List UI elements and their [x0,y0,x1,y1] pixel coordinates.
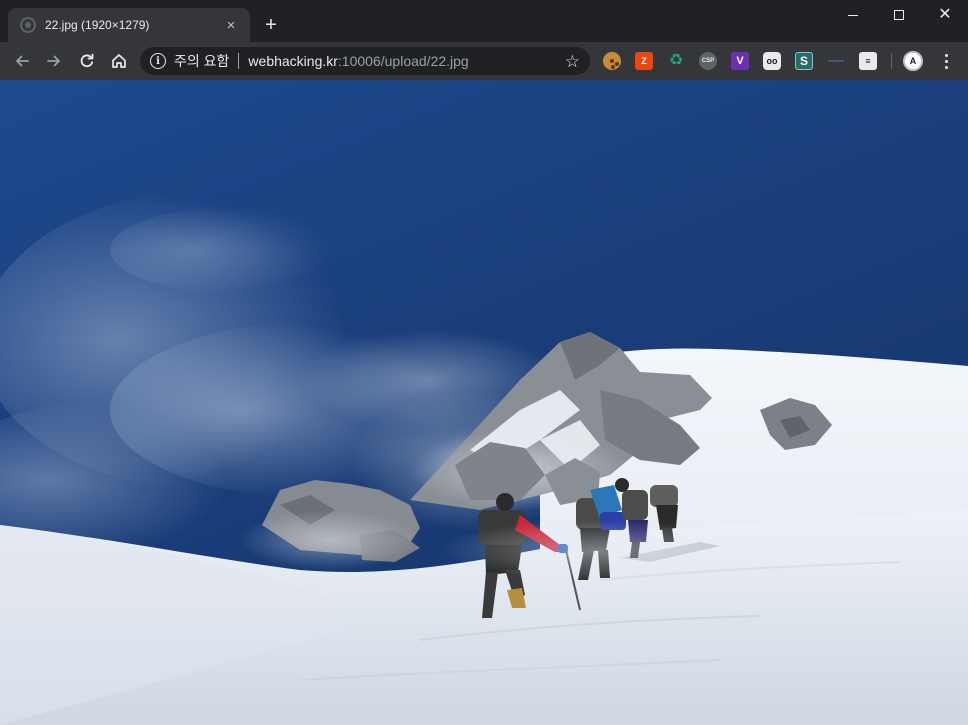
security-label[interactable]: 주의 요함 [174,51,229,71]
close-icon: ✕ [938,6,952,23]
recycle-extension-icon[interactable]: ♻ [667,52,685,70]
address-bar[interactable]: i 주의 요함 webhacking.kr:10006/upload/22.jp… [140,47,590,75]
url-text[interactable]: webhacking.kr:10006/upload/22.jpg [248,53,564,69]
url-host: webhacking.kr [248,53,338,69]
v-extension-icon[interactable]: V [731,52,749,70]
tab-active[interactable]: 22.jpg (1920×1279) × [8,8,250,42]
page-viewport [0,80,968,725]
toolbar: i 주의 요함 webhacking.kr:10006/upload/22.jp… [0,42,968,80]
minimize-button[interactable] [830,0,876,30]
url-path: :10006/upload/22.jpg [337,53,469,69]
forward-button[interactable] [41,48,67,74]
back-button[interactable] [9,48,35,74]
info-icon[interactable]: i [150,53,166,69]
ninja-extension-icon[interactable]: ≡ [859,52,877,70]
bookmark-star-icon[interactable]: ☆ [565,53,580,70]
reload-button[interactable] [74,48,100,74]
globe-icon [20,17,36,33]
cookie-extension-icon[interactable] [603,52,621,70]
mountain-photo[interactable] [0,80,968,725]
maximize-icon [894,10,904,20]
eyes-extension-icon[interactable]: oo [763,52,781,70]
minimize-icon [848,14,858,16]
home-icon [112,54,126,68]
reload-icon [80,53,94,68]
maximize-button[interactable] [876,0,922,30]
orange-extension-icon[interactable]: Z [635,52,653,70]
tab-strip: 22.jpg (1920×1279) × + ✕ [0,0,968,42]
tab-title: 22.jpg (1920×1279) [45,18,150,32]
tab-close-icon[interactable]: × [222,16,240,34]
new-tab-button[interactable]: + [260,14,282,36]
arrow-right-icon [47,55,60,67]
dash-extension-icon[interactable] [827,52,845,70]
arrow-left-icon [16,55,29,67]
kebab-menu-icon[interactable] [937,51,955,71]
window-close-button[interactable]: ✕ [922,0,968,30]
s-extension-icon[interactable]: S [795,52,813,70]
profile-avatar[interactable]: A [903,51,923,71]
omnibox-divider [238,53,240,69]
toolbar-divider [891,53,892,69]
csp-extension-icon[interactable]: CSP [699,52,717,70]
home-button[interactable] [106,48,132,74]
